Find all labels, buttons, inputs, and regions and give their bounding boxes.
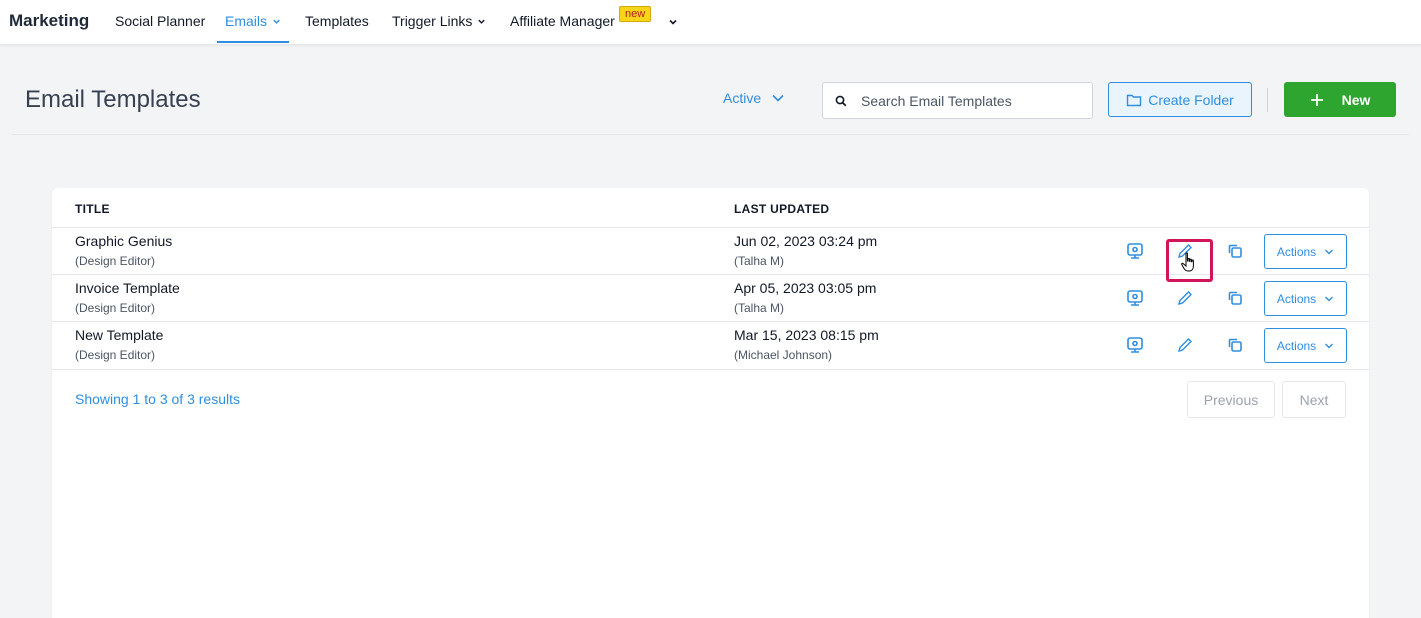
hand-cursor-icon bbox=[1181, 252, 1194, 272]
last-updated-date: Jun 02, 2023 03:24 pm bbox=[734, 233, 878, 249]
last-updated-by: (Michael Johnson) bbox=[734, 348, 833, 362]
brand-title: Marketing bbox=[9, 11, 90, 30]
column-header-last-updated: LAST UPDATED bbox=[734, 202, 830, 216]
nav-item-label: Emails bbox=[225, 13, 268, 29]
table-row: New Template (Design Editor) Mar 15, 202… bbox=[52, 321, 1369, 368]
chevron-down-icon[interactable] bbox=[668, 17, 678, 27]
column-header-title: TITLE bbox=[75, 202, 110, 216]
actions-label: Actions bbox=[1276, 244, 1317, 259]
actions-dropdown-button[interactable]: Actions bbox=[1264, 281, 1347, 316]
create-folder-button[interactable]: Create Folder bbox=[1108, 82, 1252, 117]
create-folder-label: Create Folder bbox=[1148, 91, 1234, 108]
chevron-down-icon bbox=[273, 19, 280, 24]
nav-item-affiliate-manager[interactable]: Affiliate Manager bbox=[510, 13, 615, 29]
actions-label: Actions bbox=[1276, 291, 1317, 306]
chevron-down-icon bbox=[772, 94, 784, 102]
last-updated-date: Apr 05, 2023 03:05 pm bbox=[734, 280, 877, 296]
active-tab-indicator bbox=[217, 41, 289, 43]
header-separator bbox=[12, 134, 1409, 135]
last-updated-by: (Talha M) bbox=[734, 301, 785, 315]
chevron-down-icon bbox=[478, 19, 486, 24]
pencil-icon[interactable] bbox=[1176, 289, 1194, 307]
filter-label: Active bbox=[723, 90, 762, 106]
nav-item-label: Affiliate Manager bbox=[510, 13, 615, 29]
template-title[interactable]: Invoice Template bbox=[75, 280, 180, 296]
plus-icon bbox=[1310, 93, 1323, 106]
actions-dropdown-button[interactable]: Actions bbox=[1264, 328, 1347, 363]
top-nav: Marketing Social Planner Emails Template… bbox=[0, 0, 1421, 45]
nav-item-label: Social Planner bbox=[115, 13, 206, 29]
page-title: Email Templates bbox=[25, 86, 201, 113]
header-divider bbox=[1267, 88, 1268, 112]
new-button-label: New bbox=[1341, 91, 1371, 108]
chevron-down-icon bbox=[1325, 296, 1334, 301]
previous-page-button[interactable]: Previous bbox=[1187, 381, 1275, 418]
copy-icon[interactable] bbox=[1226, 289, 1244, 307]
search-icon bbox=[835, 95, 847, 106]
nav-item-label: Templates bbox=[305, 13, 369, 29]
template-editor-type: (Design Editor) bbox=[75, 301, 156, 315]
pencil-icon[interactable] bbox=[1176, 336, 1194, 354]
preview-icon[interactable] bbox=[1126, 289, 1144, 307]
status-filter-dropdown[interactable]: Active bbox=[723, 90, 785, 106]
nav-item-emails[interactable]: Emails bbox=[225, 13, 281, 29]
table-footer-divider bbox=[52, 369, 1369, 370]
nav-item-templates[interactable]: Templates bbox=[305, 13, 369, 29]
nav-item-social-planner[interactable]: Social Planner bbox=[115, 13, 205, 29]
template-editor-type: (Design Editor) bbox=[75, 254, 156, 268]
preview-icon[interactable] bbox=[1126, 242, 1144, 260]
folder-icon bbox=[1127, 94, 1142, 106]
copy-icon[interactable] bbox=[1226, 242, 1244, 260]
pagination-summary: Showing 1 to 3 of 3 results bbox=[75, 391, 240, 407]
template-title[interactable]: Graphic Genius bbox=[75, 233, 172, 249]
nav-item-trigger-links[interactable]: Trigger Links bbox=[392, 13, 486, 29]
templates-table-card: TITLE LAST UPDATED Graphic Genius (Desig… bbox=[52, 188, 1369, 618]
template-editor-type: (Design Editor) bbox=[75, 348, 156, 362]
actions-label: Actions bbox=[1276, 338, 1317, 353]
new-template-button[interactable]: New bbox=[1284, 82, 1396, 117]
chevron-down-icon bbox=[1325, 343, 1334, 348]
search-box[interactable] bbox=[822, 82, 1093, 119]
last-updated-date: Mar 15, 2023 08:15 pm bbox=[734, 327, 879, 343]
nav-item-label: Trigger Links bbox=[392, 13, 473, 29]
chevron-down-icon bbox=[1325, 249, 1334, 254]
search-input[interactable] bbox=[861, 92, 1081, 109]
new-badge: new bbox=[619, 6, 652, 22]
template-title[interactable]: New Template bbox=[75, 327, 163, 343]
copy-icon[interactable] bbox=[1226, 336, 1244, 354]
preview-icon[interactable] bbox=[1126, 336, 1144, 354]
last-updated-by: (Talha M) bbox=[734, 254, 785, 268]
actions-dropdown-button[interactable]: Actions bbox=[1264, 234, 1347, 269]
next-page-button[interactable]: Next bbox=[1282, 381, 1346, 418]
